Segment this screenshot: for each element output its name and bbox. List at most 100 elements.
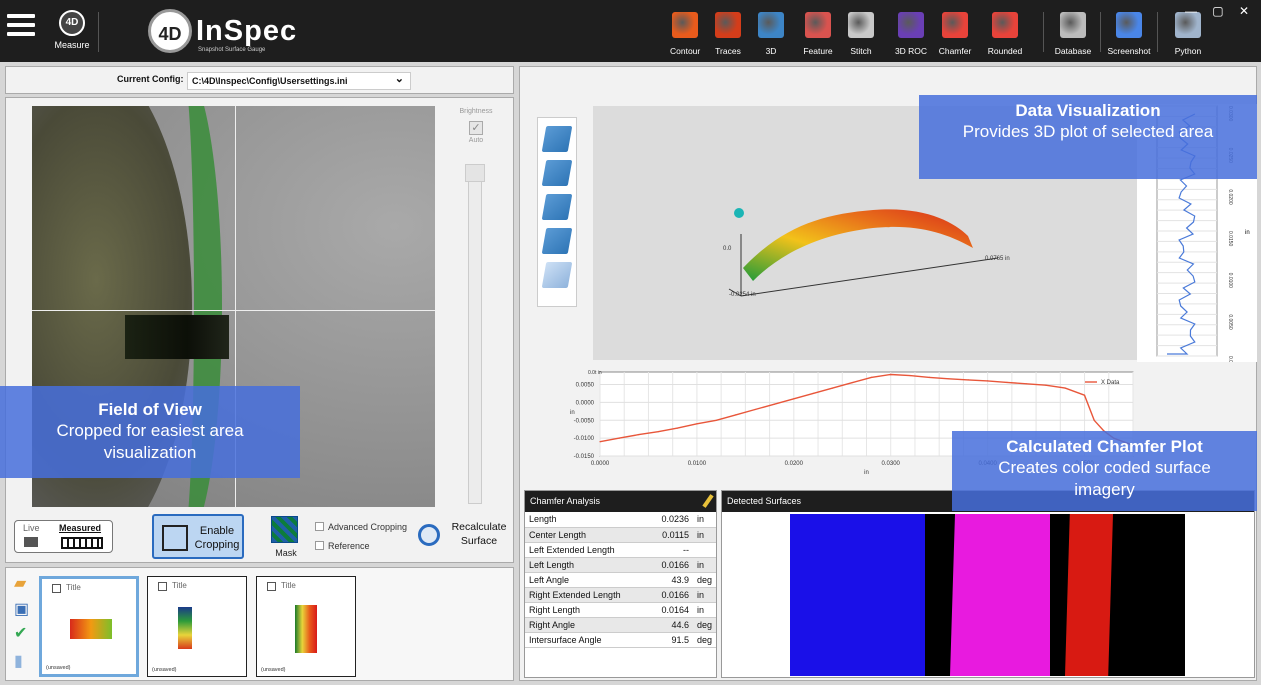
history-thumbnail[interactable]: Title (unsaved): [256, 576, 356, 677]
detected-surfaces-image: [790, 514, 1185, 676]
config-bar: Current Config: C:\4D\Inspec\Config\User…: [5, 66, 514, 94]
chart-point: [1006, 381, 1008, 383]
brightness-slider[interactable]: [468, 164, 482, 504]
tool-chamfer-button[interactable]: Chamfer: [936, 8, 974, 56]
chamfer-analysis-title: Chamfer Analysis: [530, 496, 601, 506]
eraser-icon[interactable]: [541, 262, 573, 288]
live-label: Live: [23, 523, 40, 533]
advanced-cropping-checkbox[interactable]: Advanced Cropping: [315, 522, 407, 532]
enable-cropping-label: Enable Cropping: [194, 525, 240, 551]
chart-point: [890, 373, 892, 376]
chart-x-tick: 0.0300: [882, 461, 901, 467]
toolbar-divider: [98, 12, 99, 52]
menu-icon[interactable]: [7, 14, 35, 42]
tool-feature-button[interactable]: Feature: [800, 8, 836, 56]
slice-cross-icon[interactable]: [541, 228, 573, 254]
thumbnail-title: Title: [172, 581, 187, 590]
chamfer-row: Right Extended Length 0.0166 in: [525, 587, 716, 603]
tool-3d-roc-button[interactable]: 3D ROC: [893, 8, 929, 56]
brightness-slider-thumb[interactable]: [465, 164, 485, 182]
window-controls[interactable]: — ▢ ✕: [1185, 4, 1255, 18]
tool-database-button[interactable]: Database: [1053, 8, 1093, 56]
chamfer-analysis-panel: Chamfer Analysis Length 0.0236 in Center Le…: [524, 490, 717, 678]
chart-y-label: in: [570, 410, 575, 416]
chamfer-name-cell: Intersurface Angle: [525, 632, 643, 648]
recalculate-label: Recalculate Surface: [451, 521, 507, 547]
chamfer-name-cell: Right Length: [525, 602, 643, 618]
chamfer-row: Right Angle 44.6 deg: [525, 617, 716, 633]
chart-point: [870, 376, 872, 378]
slice-vertical-icon[interactable]: [541, 160, 573, 186]
chamfer-row: Right Length 0.0164 in: [525, 602, 716, 618]
chamfer-unit-cell: in: [692, 602, 716, 618]
tool-stitch-button[interactable]: Stitch: [846, 8, 876, 56]
chamfer-analysis-table: Length 0.0236 in Center Length 0.0115 in Left …: [525, 512, 716, 648]
chamfer-row: Center Length 0.0115 in: [525, 527, 716, 543]
tool-label: 3D: [765, 46, 777, 56]
reference-checkbox[interactable]: Reference: [315, 541, 370, 551]
measure-icon: 4D: [59, 10, 85, 36]
tool-contour-button[interactable]: Contour: [670, 8, 700, 56]
chamfer-row: Left Length 0.0166 in: [525, 557, 716, 573]
slice-dashed-icon[interactable]: [541, 194, 573, 220]
tool-traces-button[interactable]: Traces: [712, 8, 744, 56]
history-thumbnail[interactable]: Title (unsaved): [147, 576, 247, 677]
3d-axis-x: [740, 257, 999, 297]
thumbnail-image: [295, 605, 317, 653]
chamfer-name-cell: Left Length: [525, 557, 643, 573]
thumbnail-checkbox[interactable]: [158, 582, 167, 591]
chart-point: [793, 398, 795, 400]
trash-icon[interactable]: ▮: [14, 654, 34, 670]
chart-point: [618, 437, 620, 439]
chamfer-name-cell: Center Length: [525, 527, 643, 543]
config-label: Current Config:: [117, 74, 184, 84]
3d-icon: [758, 12, 784, 38]
chart-x-tick: 0.0100: [688, 461, 707, 467]
chamfer-unit-cell: deg: [692, 572, 716, 588]
chart-point: [676, 427, 679, 429]
side-tick-label: 0.0150: [1227, 231, 1233, 247]
live-measured-toggle[interactable]: Live Measured: [14, 520, 113, 553]
crosshair-horizontal: [32, 310, 435, 311]
chamfer-row: Intersurface Angle 91.5 deg: [525, 632, 716, 648]
chart-y-top-label: 0.0t in: [588, 370, 602, 376]
chart-point: [1025, 383, 1027, 385]
tool-screenshot-button[interactable]: Screenshot: [1106, 8, 1152, 56]
view-tools: [537, 117, 577, 307]
mask-button[interactable]: Mask: [271, 516, 301, 561]
chart-y-tick: -0.0100: [574, 436, 595, 442]
measure-button[interactable]: 4D Measure: [52, 10, 92, 50]
crop-region[interactable]: [125, 315, 229, 359]
tool-label: Database: [1054, 46, 1092, 56]
history-thumbnail[interactable]: Title (unsaved): [39, 576, 139, 677]
chart-point: [773, 403, 775, 405]
thumbnail-status: (unsaved): [261, 667, 286, 673]
chart-x-tick: 0.0000: [591, 461, 610, 467]
thumbnail-checkbox[interactable]: [267, 582, 276, 591]
enable-cropping-button[interactable]: Enable Cropping: [152, 514, 244, 559]
pencil-icon[interactable]: [702, 494, 714, 508]
tool-3d-button[interactable]: 3D: [758, 8, 784, 56]
chamfer-name-cell: Right Angle: [525, 617, 643, 633]
chart-y-tick: -0.0050: [574, 418, 595, 424]
chart-y-tick: 0.0050: [576, 383, 595, 389]
chart-point: [599, 441, 601, 443]
tool-label: Chamfer: [938, 46, 972, 56]
open-folder-icon[interactable]: ▰: [14, 576, 34, 592]
chart-point: [1064, 387, 1066, 389]
tool-label: Stitch: [850, 46, 872, 56]
side-tick-label: 0.0200: [1227, 189, 1233, 205]
config-select[interactable]: C:\4D\Inspec\Config\Usersettings.ini: [187, 72, 411, 90]
callout-title: Calculated Chamfer Plot: [1006, 437, 1203, 456]
save-icon[interactable]: ▣: [14, 602, 34, 618]
auto-checkbox[interactable]: ✓: [469, 121, 483, 135]
chamfer-icon: [942, 12, 968, 38]
tool-label: Contour: [670, 46, 701, 56]
slice-horizontal-icon[interactable]: [541, 126, 573, 152]
chart-point: [987, 380, 989, 382]
tool-rounded-button[interactable]: Rounded: [982, 8, 1028, 56]
callout-title: Field of View: [98, 400, 202, 419]
thumbnail-checkbox[interactable]: [52, 584, 61, 593]
check-icon[interactable]: ✔: [14, 626, 34, 642]
chamfer-value-cell: 44.6: [642, 617, 693, 633]
